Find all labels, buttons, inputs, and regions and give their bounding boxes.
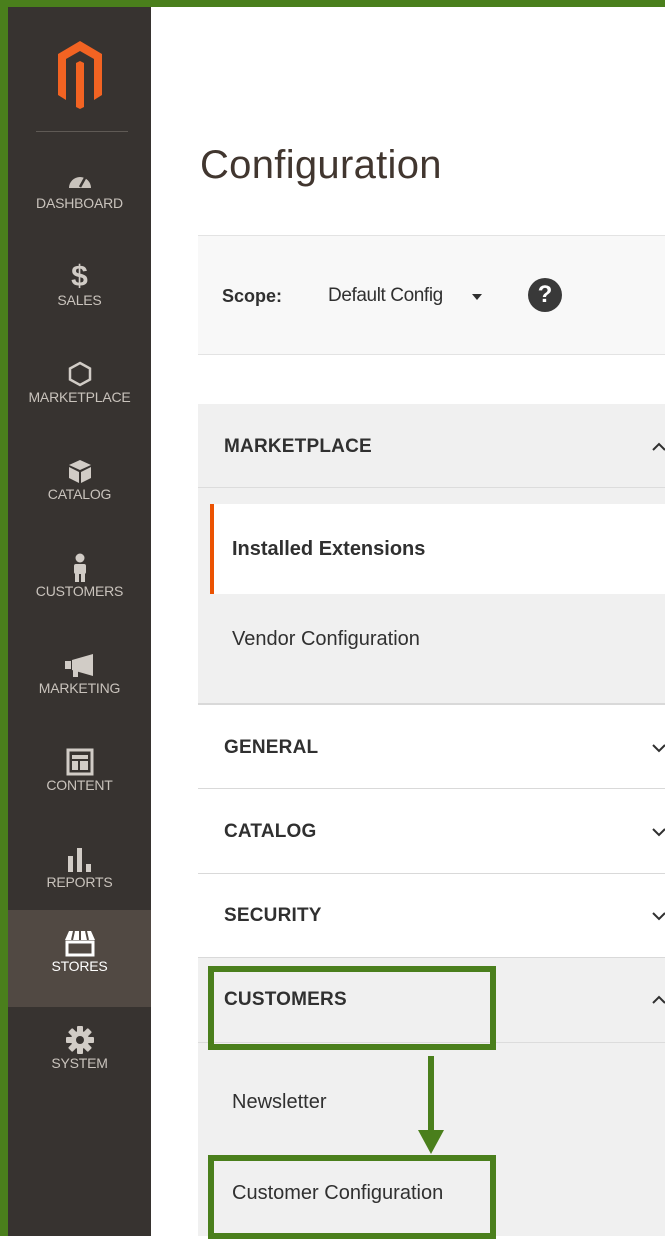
hexagon-icon [8,359,151,389]
nav-label: SALES [57,292,102,308]
chevron-up-icon[interactable] [650,438,665,456]
nav-label: REPORTS [46,874,113,890]
subitem-label: Installed Extensions [232,538,426,560]
section-general[interactable]: GENERAL [198,704,665,789]
nav-label: MARKETING [38,680,121,696]
highlight-box-customer-configuration [208,1155,496,1239]
section-divider [198,487,665,488]
nav-label: SYSTEM [51,1055,108,1071]
nav-label: CONTENT [46,777,113,793]
caret-down-icon[interactable] [472,294,482,300]
subitem-label: Vendor Configuration [232,628,420,650]
highlight-box-customers [208,966,496,1050]
page-title: Configuration [200,143,442,187]
subitem-label: Newsletter [232,1091,327,1113]
magento-logo[interactable] [52,37,108,113]
nav-stores[interactable]: STORES [8,910,151,1007]
nav-marketing[interactable]: MARKETING [8,632,151,729]
nav-label: CATALOG [47,486,112,502]
chevron-down-icon[interactable] [650,739,665,757]
nav-dashboard[interactable]: DASHBOARD [8,147,151,244]
scope-label: Scope: [222,286,283,306]
section-title: CATALOG [224,821,317,842]
subitem-installed-extensions[interactable]: Installed Extensions [210,504,665,594]
section-title[interactable]: MARKETPLACE [224,436,372,458]
logo-divider [36,131,128,132]
chevron-down-icon[interactable] [650,907,665,925]
person-icon [8,553,151,583]
subitem-vendor-configuration[interactable]: Vendor Configuration [198,596,665,686]
help-icon[interactable]: ? [528,278,562,312]
nav-marketplace[interactable]: MARKETPLACE [8,341,151,438]
nav-label: DASHBOARD [36,195,123,211]
nav-system[interactable]: SYSTEM [8,1007,151,1104]
chevron-up-icon[interactable] [650,991,665,1009]
admin-sidebar: DASHBOARD $ SALES MARKETPLACE CATALOG CU… [8,7,151,1236]
layout-icon [8,747,151,777]
scope-switcher[interactable]: Default Config [328,285,443,307]
section-title: GENERAL [224,737,319,758]
nav-content[interactable]: CONTENT [8,729,151,826]
dollar-icon: $ [71,260,88,293]
section-title: SECURITY [224,905,322,926]
nav-catalog[interactable]: CATALOG [8,438,151,535]
nav-label: STORES [51,958,108,974]
scope-bar: Scope: Default Config ? [198,235,665,355]
arrow-down-icon [418,1056,444,1154]
chevron-down-icon[interactable] [650,823,665,841]
gauge-icon [8,165,151,195]
nav-label: MARKETPLACE [28,389,131,405]
megaphone-icon [8,650,151,680]
nav-reports[interactable]: REPORTS [8,826,151,923]
nav-label: CUSTOMERS [35,583,124,599]
section-catalog[interactable]: CATALOG [198,789,665,874]
storefront-icon [8,928,151,958]
gear-icon [8,1025,151,1055]
box-icon [8,456,151,486]
bar-chart-icon [8,844,151,874]
nav-customers[interactable]: CUSTOMERS [8,535,151,632]
section-security[interactable]: SECURITY [198,874,665,958]
nav-sales[interactable]: $ SALES [8,244,151,341]
